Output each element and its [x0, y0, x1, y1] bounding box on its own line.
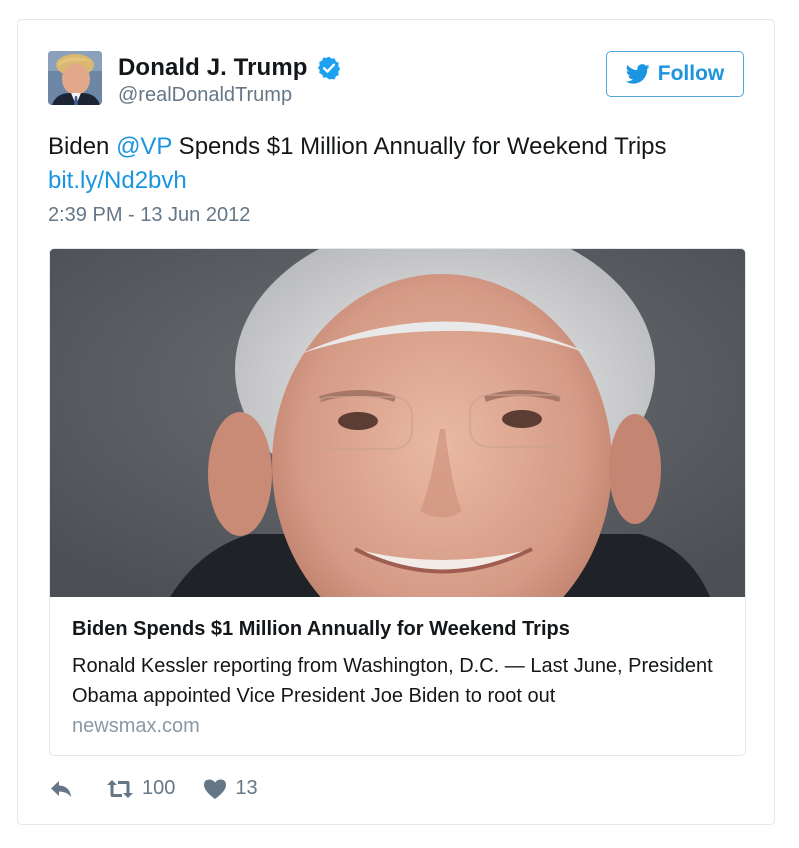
tweet-text-before: Biden [48, 133, 117, 160]
verified-badge-icon [317, 56, 340, 80]
card-domain: newsmax.com [72, 715, 200, 737]
follow-label: Follow [657, 62, 725, 85]
link-card[interactable]: Biden Spends $1 Million Annually for Wee… [49, 248, 746, 756]
heart-icon [204, 779, 227, 799]
follow-button[interactable]: Follow [606, 51, 744, 97]
mention-link[interactable]: @VP [116, 133, 172, 160]
tweet-text-after: Spends $1 Million Annually for Weekend T… [172, 133, 667, 160]
like-count: 13 [235, 777, 258, 799]
avatar-photo [48, 51, 102, 105]
like-button[interactable]: 13 [203, 777, 258, 800]
card-description: Ronald Kessler reporting from Washington… [72, 655, 713, 707]
reply-icon [51, 780, 71, 797]
retweet-button[interactable]: 100 [106, 777, 175, 800]
card-image [50, 249, 745, 597]
retweet-count: 100 [142, 777, 176, 799]
twitter-bird-icon [625, 64, 650, 84]
user-name-row[interactable]: Donald J. Trump [118, 54, 342, 82]
tweet-actions: 100 13 [48, 777, 258, 800]
avatar[interactable] [48, 51, 102, 105]
user-name[interactable]: Donald J. Trump [118, 54, 308, 82]
tweet-text: Biden @VP Spends $1 Million Annually for… [48, 130, 748, 198]
reply-button[interactable] [48, 778, 74, 800]
tweet-url-link[interactable]: bit.ly/Nd2bvh [48, 167, 187, 194]
tweet-embed: Donald J. Trump @realDonaldTrump Follow … [17, 19, 775, 825]
tweet-timestamp[interactable]: 2:39 PM - 13 Jun 2012 [48, 204, 250, 227]
card-title[interactable]: Biden Spends $1 Million Annually for Wee… [72, 618, 570, 641]
retweet-icon [107, 779, 133, 798]
user-handle[interactable]: @realDonaldTrump [118, 84, 292, 107]
